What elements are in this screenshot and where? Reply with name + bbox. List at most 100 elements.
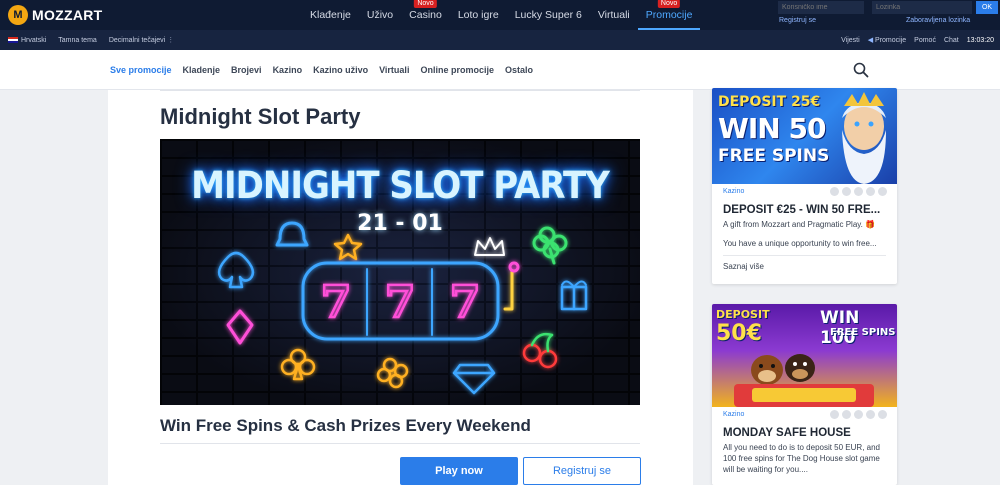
promo-category[interactable]: Kazino	[723, 188, 744, 195]
tab-virtuals[interactable]: Virtuali	[379, 65, 409, 75]
tab-other[interactable]: Ostalo	[505, 65, 533, 75]
divider	[160, 90, 640, 91]
divider	[723, 255, 886, 256]
new-badge: Novo	[414, 0, 437, 8]
tab-live-casino[interactable]: Kazino uživo	[313, 65, 368, 75]
nav-item-loto[interactable]: Loto igre	[450, 0, 507, 30]
nav-label: Virtuali	[597, 9, 630, 21]
logo-text: MOZZART	[32, 7, 103, 23]
promotion-subtitle: Win Free Spins & Cash Prizes Every Weeke…	[160, 416, 531, 435]
learn-more-link[interactable]: Saznaj više	[723, 262, 886, 271]
cherries-icon	[522, 332, 558, 369]
clover-gold-icon	[376, 357, 409, 389]
image-text-line: DEPOSIT	[716, 308, 770, 321]
slot-machine-neon-illustration: 7 7 7	[217, 221, 588, 395]
croatia-flag-icon	[8, 36, 18, 43]
promo-category[interactable]: Kazino	[723, 411, 744, 418]
whatsapp-icon[interactable]	[854, 187, 863, 196]
promo-card-description: You have a unique opportunity to win fre…	[723, 239, 877, 248]
reel-2: 7	[385, 277, 416, 328]
image-text-line: 50€	[716, 321, 762, 346]
tab-casino[interactable]: Kazino	[273, 65, 303, 75]
gem-icon	[452, 363, 496, 395]
promo-card-description: All you need to do is to deposit 50 EUR,…	[723, 443, 880, 474]
register-link[interactable]: Registruj se	[779, 17, 816, 24]
promo-card-title[interactable]: DEPOSIT €25 - WIN 50 FRE...	[723, 204, 886, 216]
brand-logo[interactable]: M MOZZART	[8, 3, 103, 27]
megaphone-icon: ◀	[867, 37, 874, 44]
tab-online-promotions[interactable]: Online promocije	[420, 65, 494, 75]
nav-label: Klađenje	[310, 9, 351, 21]
facebook-icon[interactable]	[830, 187, 839, 196]
play-now-button[interactable]: Play now	[400, 457, 518, 485]
club-icon	[280, 348, 316, 381]
odds-label: Decimalni tečajevi	[108, 37, 166, 44]
language-label: Hrvatski	[21, 36, 47, 44]
promo-card-deposit-25[interactable]: DEPOSIT 25€ WIN 50 FREE SPINS Kazino DEP…	[712, 88, 897, 284]
lever-knob-shape	[508, 261, 520, 273]
help-link[interactable]: Pomoć	[914, 37, 936, 44]
image-text-line: FREE SPINS	[718, 146, 830, 166]
more-vertical-icon: ⋮	[167, 37, 175, 44]
telegram-icon[interactable]	[866, 187, 875, 196]
nav-item-casino[interactable]: Novo Casino	[401, 0, 450, 30]
nav-item-promocije[interactable]: Novo Promocije	[637, 0, 701, 30]
promotion-banner: MIDNIGHT SLOT PARTY 21 - 01 7 7 7	[160, 139, 640, 405]
crown-icon	[474, 237, 505, 256]
star-icon	[333, 233, 363, 261]
nav-label: Promocije	[645, 9, 693, 21]
new-badge: Novo	[657, 0, 681, 8]
nav-item-uzivo[interactable]: Uživo	[359, 0, 401, 30]
nav-item-virtuali[interactable]: Virtuali	[590, 0, 638, 30]
language-selector[interactable]: Hrvatski	[8, 37, 46, 44]
nav-label: Loto igre	[457, 9, 499, 21]
nav-label: Lucky Super 6	[514, 9, 582, 21]
news-link[interactable]: Vijesti	[841, 37, 860, 44]
twitter-icon[interactable]	[878, 187, 887, 196]
viber-icon[interactable]	[842, 187, 851, 196]
promotions-tab-bar: Sve promocije Kladenje Brojevi Kazino Ka…	[0, 50, 1000, 90]
dog-house-illustration	[734, 354, 874, 407]
odds-format-selector[interactable]: Decimalni tečajevi ⋮	[109, 36, 174, 44]
promotion-detail: Midnight Slot Party MIDNIGHT SLOT PARTY …	[108, 90, 693, 485]
bell-icon	[275, 221, 309, 247]
theme-selector[interactable]: Tamna tema	[58, 37, 97, 44]
nav-item-lucky-super-6[interactable]: Lucky Super 6	[507, 0, 590, 30]
promo-card-monday-safe-house[interactable]: DEPOSIT 50€ WIN 100 FREE SPINS Kazino MO…	[712, 304, 897, 485]
promo-card-image[interactable]: DEPOSIT 50€ WIN 100 FREE SPINS	[712, 304, 897, 407]
username-input[interactable]	[778, 1, 864, 14]
divider	[160, 443, 640, 444]
share-buttons	[830, 187, 887, 196]
promo-card-description: A gift from Mozzart and Pragmatic Play. …	[723, 220, 876, 229]
search-icon[interactable]	[853, 62, 869, 78]
spade-icon	[217, 251, 255, 289]
register-button[interactable]: Registruj se	[523, 457, 641, 485]
facebook-icon[interactable]	[830, 410, 839, 419]
forgot-password-link[interactable]: Zaboravljena lozinka	[906, 17, 970, 24]
password-input[interactable]	[872, 1, 972, 14]
telegram-icon[interactable]	[866, 410, 875, 419]
main-nav: Klađenje Uživo Novo Casino Loto igre Luck…	[302, 0, 701, 30]
promo-card-title[interactable]: MONDAY SAFE HOUSE	[723, 427, 886, 439]
chat-link[interactable]: Chat	[944, 37, 959, 44]
diamond-suit-icon	[226, 309, 254, 345]
promotions-link[interactable]: ◀ Promocije	[868, 36, 906, 44]
login-form: OK Registruj se Zaboravljena lozinka	[776, 0, 1000, 30]
login-ok-button[interactable]: OK	[976, 1, 998, 14]
viber-icon[interactable]	[842, 410, 851, 419]
nav-label: Uživo	[366, 9, 394, 21]
settings-bar: Hrvatski Tamna tema Decimalni tečajevi ⋮ …	[0, 30, 1000, 50]
top-bar: M MOZZART Klađenje Uživo Novo Casino Loto…	[0, 0, 1000, 30]
promo-card-image[interactable]: DEPOSIT 25€ WIN 50 FREE SPINS	[712, 88, 897, 184]
tab-betting[interactable]: Kladenje	[183, 65, 221, 75]
share-buttons	[830, 410, 887, 419]
twitter-icon[interactable]	[878, 410, 887, 419]
promotion-title: Midnight Slot Party	[160, 104, 361, 129]
image-text-line: FREE SPINS	[830, 327, 896, 338]
tab-numbers[interactable]: Brojevi	[231, 65, 262, 75]
clover-icon	[532, 226, 568, 265]
tab-all-promotions[interactable]: Sve promocije	[110, 65, 172, 75]
nav-item-kladenje[interactable]: Klađenje	[302, 0, 359, 30]
image-text-line: WIN 50	[718, 112, 826, 145]
whatsapp-icon[interactable]	[854, 410, 863, 419]
